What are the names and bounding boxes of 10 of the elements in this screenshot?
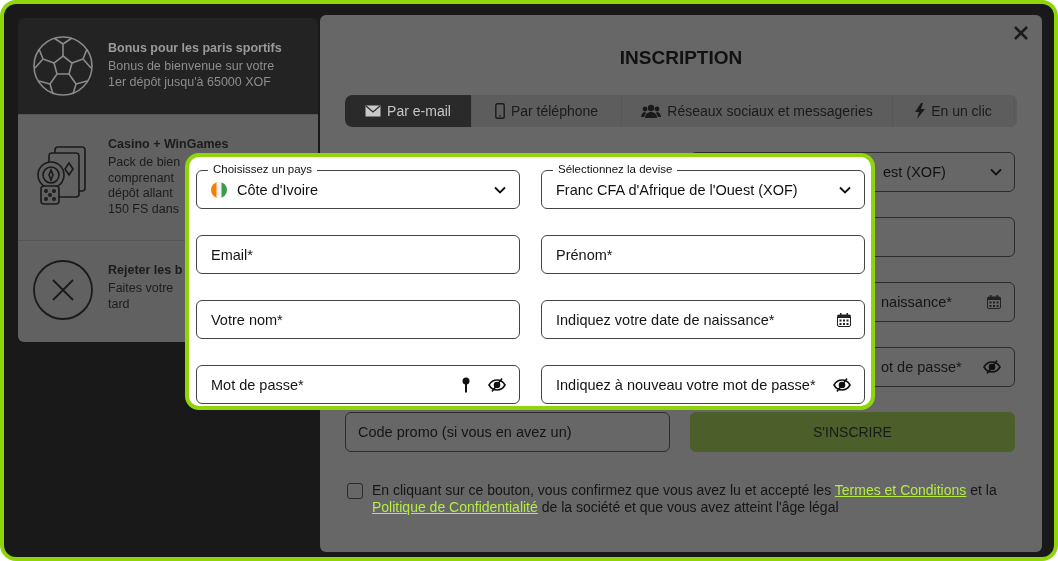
bonus-description: Pack de bien comprenant dépôt allant 150 FS dans <box>108 155 181 217</box>
bonus-title: Rejeter les b <box>108 262 183 278</box>
bonus-description: Bonus de bienvenue sur votre 1er dépôt jusqu'à 65000 XOF <box>108 59 275 90</box>
modal-title: INSCRIPTION <box>618 47 744 69</box>
field-label: Sélectionnez la devise <box>553 162 678 176</box>
bonus-description: Faites votre tard <box>108 281 174 312</box>
field-label: Choisissez un pays <box>208 162 318 176</box>
bonus-title: Bonus pour les paris sportifs <box>108 40 282 56</box>
consent-text: En cliquant sur ce bouton, vous confirmez que vous avez lu et accepté les Termes et Conditions et la Politique de Confidentialité de la société et que vous avez atteint l'âge légal <box>372 482 998 516</box>
bonus-title: Casino + WinGames <box>108 136 229 152</box>
